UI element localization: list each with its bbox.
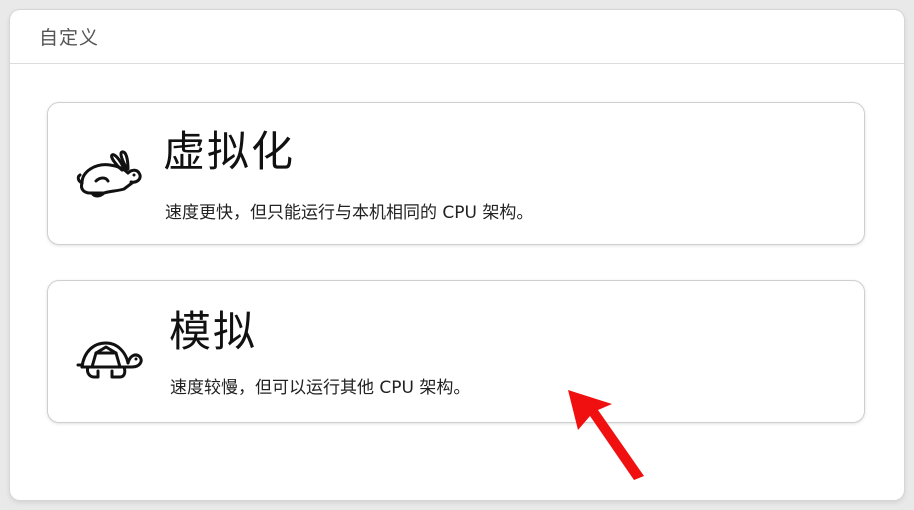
header-title: 自定义 xyxy=(39,27,100,49)
emulate-option[interactable]: 模拟 速度较慢，但可以运行其他 CPU 架构。 xyxy=(47,280,865,423)
turtle-icon xyxy=(76,341,143,379)
custom-dialog: 自定义 虚拟化 速度更快，但只能运行与本机相同的 CPU 架构。 模拟 速度较慢… xyxy=(10,10,904,500)
rabbit-icon xyxy=(76,150,142,198)
virtualize-option[interactable]: 虚拟化 速度更快，但只能运行与本机相同的 CPU 架构。 xyxy=(47,102,865,245)
emulate-title: 模拟 xyxy=(169,307,258,356)
virtualize-title: 虚拟化 xyxy=(163,127,296,176)
emulate-description: 速度较慢，但可以运行其他 CPU 架构。 xyxy=(170,378,471,398)
virtualize-description: 速度更快，但只能运行与本机相同的 CPU 架构。 xyxy=(165,203,534,223)
dialog-header: 自定义 xyxy=(10,10,904,64)
annotation-arrow-shape xyxy=(568,390,644,480)
annotation-arrow xyxy=(568,390,644,480)
